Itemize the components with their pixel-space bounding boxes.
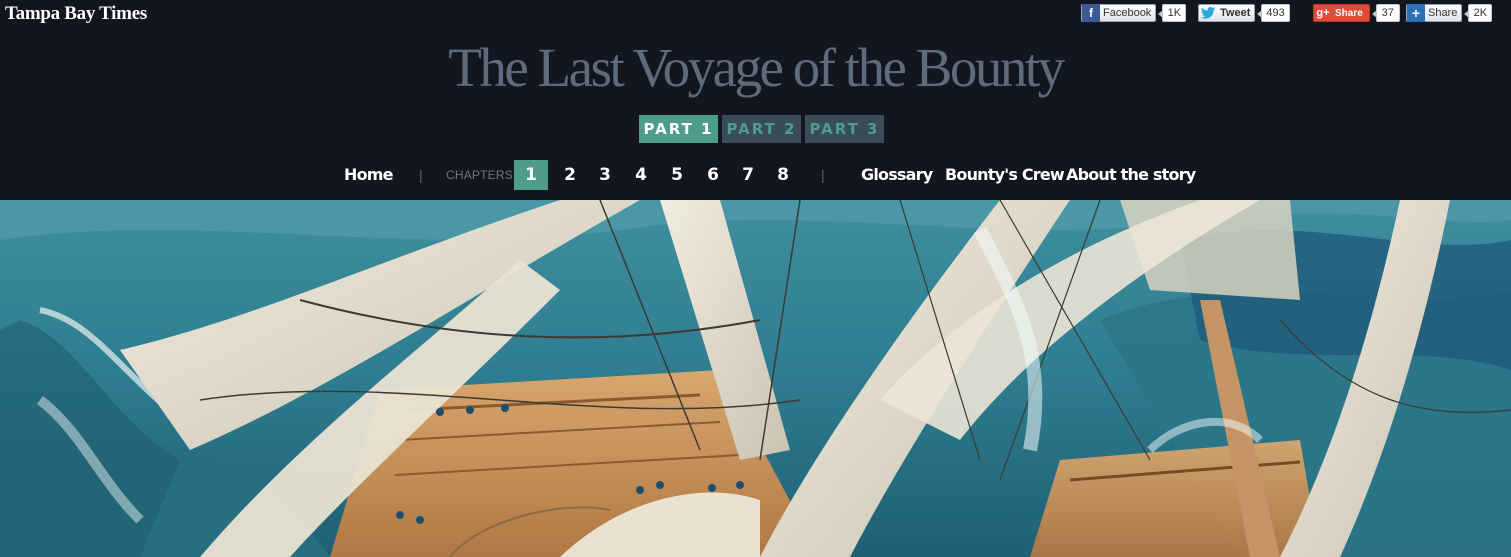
chapter-link-7[interactable]: 7 — [731, 160, 765, 190]
facebook-share-button[interactable]: f Facebook — [1081, 4, 1157, 22]
nav-home-link[interactable]: Home — [344, 160, 394, 190]
tweet-count: 493 — [1257, 4, 1290, 22]
addthis-share-group: + Share 2K — [1406, 3, 1493, 23]
chapter-link-8[interactable]: 8 — [766, 160, 800, 190]
facebook-share-group: f Facebook 1K — [1081, 3, 1187, 23]
ship-storm-painting — [0, 200, 1511, 557]
chapters-label: CHAPTERS: — [446, 168, 517, 182]
tweet-label: Tweet — [1220, 7, 1251, 19]
googleplus-share-label: Share — [1335, 7, 1363, 19]
plus-icon: + — [1407, 4, 1425, 22]
tab-part-1[interactable]: PART 1 — [639, 115, 718, 143]
tweet-button[interactable]: Tweet — [1198, 4, 1256, 22]
nav-glossary-link[interactable]: Glossary — [861, 160, 933, 190]
chapter-link-4[interactable]: 4 — [624, 160, 658, 190]
chapter-link-6[interactable]: 6 — [696, 160, 730, 190]
googleplus-icon: g+ — [1316, 7, 1330, 19]
chapter-link-5[interactable]: 5 — [660, 160, 694, 190]
site-header: Tampa Bay Times f Facebook 1K Tweet 493 … — [0, 0, 1511, 200]
share-count: 2K — [1464, 4, 1493, 22]
chapter-nav: Home | CHAPTERS: 1 2 3 4 5 6 7 8 | Gloss… — [0, 160, 1511, 190]
tab-part-2[interactable]: PART 2 — [722, 115, 801, 143]
share-button[interactable]: + Share — [1406, 4, 1463, 22]
nav-separator: | — [419, 167, 423, 183]
tab-part-3[interactable]: PART 3 — [805, 115, 884, 143]
twitter-share-group: Tweet 493 — [1198, 3, 1290, 23]
facebook-icon: f — [1082, 4, 1100, 22]
googleplus-share-button[interactable]: g+ Share — [1313, 4, 1370, 22]
hero-illustration — [0, 200, 1511, 557]
chapter-link-1[interactable]: 1 — [514, 160, 548, 190]
site-logo[interactable]: Tampa Bay Times — [5, 3, 147, 25]
twitter-bird-icon — [1199, 4, 1217, 22]
googleplus-share-group: g+ Share 37 — [1313, 3, 1400, 23]
chapter-link-2[interactable]: 2 — [553, 160, 587, 190]
facebook-share-count: 1K — [1158, 4, 1187, 22]
share-label: Share — [1428, 7, 1458, 19]
nav-about-link[interactable]: About the story — [1066, 160, 1196, 190]
page-title: The Last Voyage of the Bounty — [448, 37, 1065, 98]
nav-separator: | — [821, 167, 825, 183]
part-tabs: PART 1 PART 2 PART 3 — [639, 115, 884, 143]
chapter-link-3[interactable]: 3 — [588, 160, 622, 190]
nav-crew-link[interactable]: Bounty's Crew — [945, 160, 1065, 190]
facebook-share-label: Facebook — [1103, 7, 1152, 19]
googleplus-share-count: 37 — [1371, 4, 1400, 22]
